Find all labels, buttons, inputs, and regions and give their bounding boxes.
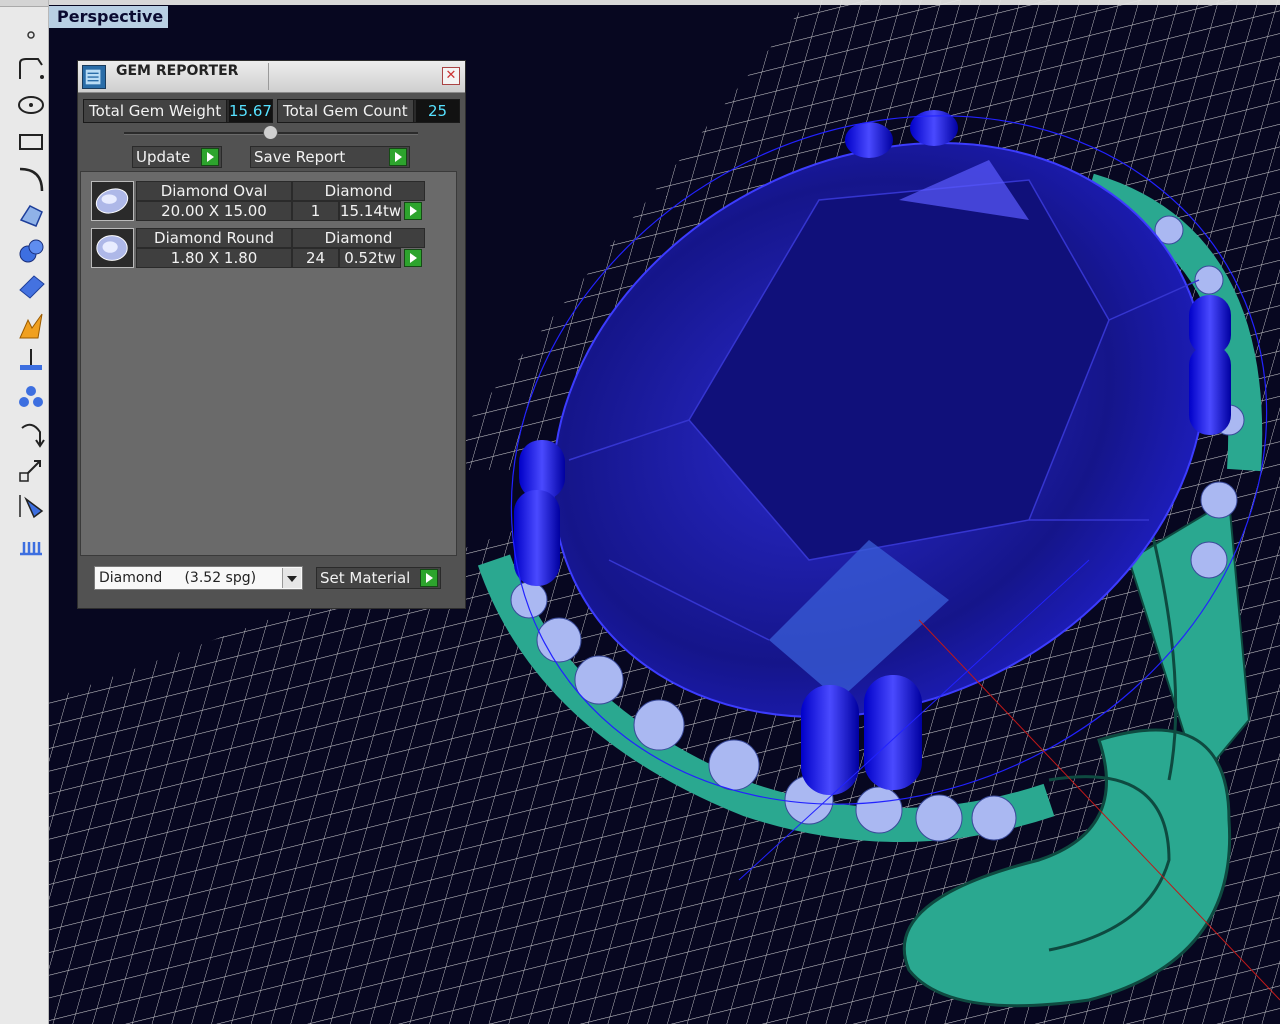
chevron-down-icon[interactable] — [282, 568, 301, 588]
gem-name: Diamond Round — [136, 228, 292, 248]
gem-reporter-panel: GEM REPORTER ✕ Total Gem Weight 15.67 To… — [77, 60, 466, 609]
gem-reporter-app-icon — [82, 65, 106, 89]
save-report-button[interactable]: Save Report — [250, 146, 410, 168]
save-report-label: Save Report — [254, 148, 346, 166]
rotate-icon[interactable] — [16, 418, 46, 448]
play-arrow-icon — [389, 148, 407, 166]
total-gem-weight: Total Gem Weight 15.67 — [83, 99, 273, 123]
gem-list: Diamond Oval Diamond 20.00 X 15.00 1 15.… — [80, 171, 457, 556]
play-arrow-icon[interactable] — [404, 202, 422, 220]
play-arrow-icon[interactable] — [404, 249, 422, 267]
gem-material: Diamond — [292, 181, 425, 201]
point-icon[interactable] — [16, 20, 46, 50]
viewport-label[interactable]: Perspective — [49, 6, 168, 28]
curve-icon[interactable] — [16, 55, 46, 85]
play-arrow-icon — [201, 148, 219, 166]
array-icon[interactable] — [16, 528, 46, 558]
toolbar-header — [0, 0, 48, 7]
gem-weight: 0.52tw — [339, 248, 401, 268]
rectangle-icon[interactable] — [16, 127, 46, 157]
gem-material: Diamond — [292, 228, 425, 248]
solid-spheres-icon[interactable] — [16, 236, 46, 266]
surface-icon[interactable] — [16, 200, 46, 230]
gem-cluster-icon[interactable] — [16, 382, 46, 412]
dimension-icon[interactable] — [16, 345, 46, 375]
gem-name: Diamond Oval — [136, 181, 292, 201]
ellipse-icon[interactable] — [16, 90, 46, 120]
gem-count: 24 — [292, 248, 339, 268]
set-material-label: Set Material — [320, 569, 411, 587]
total-weight-value: 15.67 — [229, 100, 272, 122]
total-gem-count: Total Gem Count 25 — [277, 99, 460, 123]
slider-handle[interactable] — [263, 125, 278, 140]
mirror-icon[interactable] — [16, 491, 46, 521]
panel-title: GEM REPORTER — [116, 63, 239, 79]
material-select-value: Diamond (3.52 spg) — [99, 570, 257, 586]
boolean-icon[interactable] — [16, 310, 46, 340]
title-separator — [268, 63, 269, 90]
set-material-button[interactable]: Set Material — [316, 567, 441, 589]
left-toolbar — [0, 0, 49, 1024]
total-count-value: 25 — [416, 100, 459, 122]
close-button[interactable]: ✕ — [442, 67, 460, 85]
update-button[interactable]: Update — [132, 146, 222, 168]
total-weight-label: Total Gem Weight — [84, 100, 227, 122]
gem-count: 1 — [292, 201, 339, 221]
scale-icon[interactable] — [16, 455, 46, 485]
round-gem-thumbnail-icon — [91, 228, 134, 268]
panel-titlebar[interactable]: GEM REPORTER ✕ — [78, 61, 465, 93]
gem-row[interactable]: Diamond Oval Diamond 20.00 X 15.00 1 15.… — [91, 181, 426, 225]
gem-weight: 15.14tw — [339, 201, 402, 221]
arc-icon[interactable] — [16, 163, 46, 193]
oval-gem-thumbnail-icon — [91, 181, 134, 221]
gem-row[interactable]: Diamond Round Diamond 1.80 X 1.80 24 0.5… — [91, 228, 426, 272]
gem-size: 1.80 X 1.80 — [136, 248, 292, 268]
gem-size: 20.00 X 15.00 — [136, 201, 292, 221]
close-icon: ✕ — [445, 68, 457, 83]
play-arrow-icon — [420, 569, 438, 587]
planar-surface-icon[interactable] — [16, 272, 46, 302]
total-count-label: Total Gem Count — [278, 100, 414, 122]
update-label: Update — [136, 148, 191, 166]
material-select[interactable]: Diamond (3.52 spg) — [94, 566, 303, 590]
